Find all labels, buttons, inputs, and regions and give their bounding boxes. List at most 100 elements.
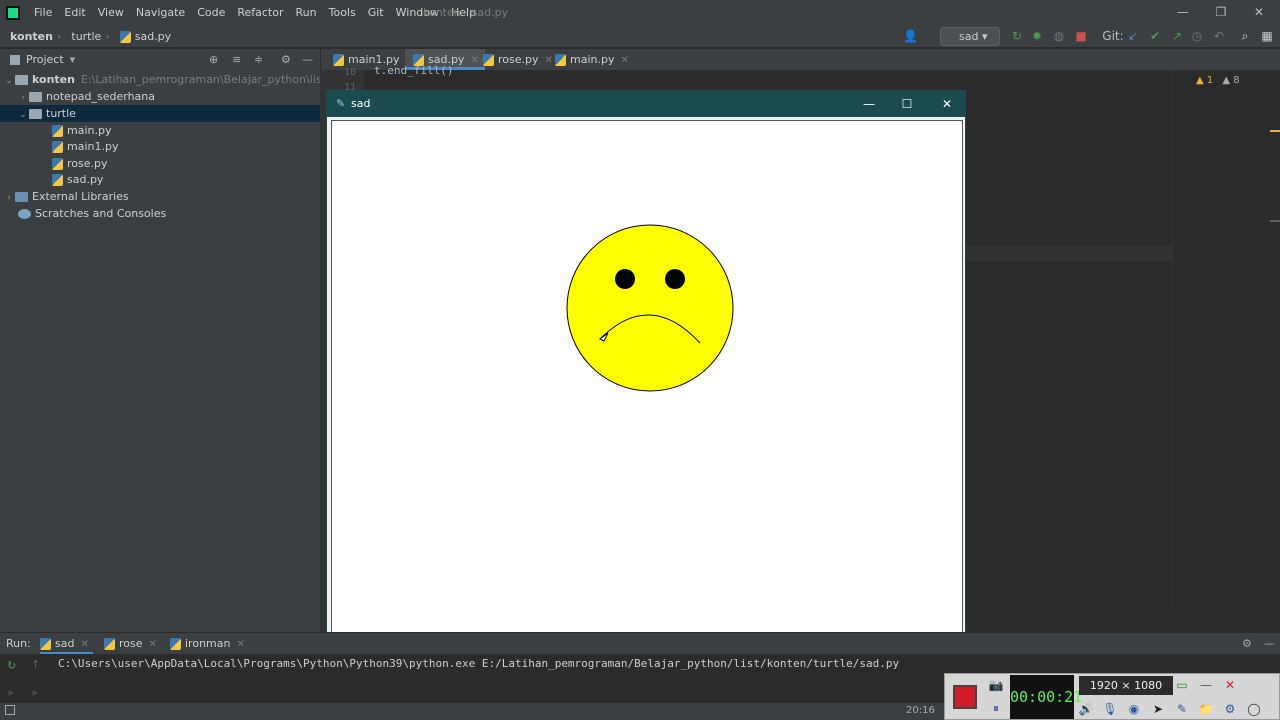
- restore-icon[interactable]: ❐: [1202, 0, 1240, 25]
- hide-panel-icon[interactable]: —: [302, 53, 313, 66]
- gear-icon[interactable]: ⚙: [1242, 633, 1252, 655]
- chevron-down-icon[interactable]: ▾: [70, 53, 76, 66]
- collapse-all-icon[interactable]: ≑: [254, 53, 263, 66]
- tree-item-turtle[interactable]: ⌄ turtle: [0, 105, 320, 122]
- tree-item-root[interactable]: ⌄ konten E:\Latihan_pemrograman\Belajar_py…: [0, 71, 367, 88]
- close-icon[interactable]: ✕: [80, 639, 88, 650]
- tree-item-rose-py[interactable]: rose.py: [0, 155, 320, 172]
- run-configuration-select[interactable]: sad ▾: [940, 27, 1000, 46]
- code-line[interactable]: t.end_fill(): [374, 64, 453, 77]
- warning-marker[interactable]: [1270, 130, 1280, 132]
- breadcrumb-file[interactable]: sad.py: [110, 30, 175, 43]
- inspection-widget[interactable]: ▲ 1 ▲ 8: [1196, 75, 1240, 86]
- menu-tools[interactable]: Tools: [323, 0, 362, 25]
- git-update-icon[interactable]: ↙: [1126, 29, 1140, 43]
- more-icon[interactable]: »: [31, 686, 38, 699]
- turtle-title-bar[interactable]: ✎ sad — ☐ ✕: [327, 91, 965, 117]
- menu-view[interactable]: View: [92, 0, 130, 25]
- run-tab-rose[interactable]: rose ✕: [104, 633, 157, 655]
- screen-recorder-toolbar: 📷 ⏸ 00:00:21 1920 × 1080 ▭ — ✕ 🔊 🎙 ◉ ➤ ✎…: [944, 673, 1280, 720]
- window-mode-icon[interactable]: ▭: [1173, 676, 1191, 694]
- tree-item-main1-py[interactable]: main1.py: [0, 138, 320, 155]
- close-icon[interactable]: ✕: [1221, 676, 1239, 694]
- editor-scroll-area[interactable]: [1172, 70, 1280, 610]
- camera-icon[interactable]: 📷: [987, 676, 1005, 694]
- folder-icon[interactable]: 📁: [1197, 700, 1215, 718]
- title-bar: File Edit View Navigate Code Refactor Ru…: [0, 0, 1280, 25]
- menu-git[interactable]: Git: [362, 0, 390, 25]
- python-file-icon: [52, 158, 63, 170]
- user-icon[interactable]: 👤: [903, 29, 918, 43]
- library-icon: [15, 192, 28, 202]
- speaker-icon[interactable]: 🔊: [1077, 700, 1095, 718]
- caret-position[interactable]: 20:16: [906, 705, 935, 716]
- menu-navigate[interactable]: Navigate: [130, 0, 191, 25]
- draw-icon[interactable]: ✎: [1173, 700, 1191, 718]
- project-header: Project ▾ ⊕ ≡ ≑ ⚙ —: [0, 49, 320, 70]
- python-file-icon: [104, 638, 115, 650]
- tool-windows-icon[interactable]: [5, 705, 15, 715]
- left-eye: [615, 269, 635, 289]
- tree-item-label: External Libraries: [32, 190, 129, 203]
- close-icon[interactable]: ✕: [149, 639, 157, 650]
- git-commit-icon[interactable]: ✔: [1148, 29, 1162, 43]
- python-file-icon: [52, 125, 63, 137]
- more-icon[interactable]: »: [7, 686, 14, 699]
- tree-item-external-libraries[interactable]: › External Libraries: [0, 188, 320, 205]
- record-button[interactable]: [953, 685, 977, 709]
- close-icon[interactable]: ✕: [927, 91, 967, 117]
- tab-label: main.py: [570, 53, 615, 66]
- minimize-icon[interactable]: —: [1197, 676, 1215, 694]
- tree-item-main-py[interactable]: main.py: [0, 122, 320, 139]
- scratches-icon: [18, 209, 31, 219]
- microphone-icon[interactable]: 🎙: [1101, 700, 1119, 718]
- tree-item-label: notepad_sederhana: [46, 90, 155, 103]
- cursor-icon[interactable]: ➤: [1149, 700, 1167, 718]
- rerun-icon[interactable]: ↻: [1010, 29, 1024, 43]
- gear-icon[interactable]: ⚙: [281, 53, 291, 66]
- rerun-icon[interactable]: ↻: [7, 659, 16, 672]
- project-title[interactable]: Project: [26, 53, 64, 66]
- hide-panel-icon[interactable]: —: [1264, 633, 1275, 655]
- run-tab-sad[interactable]: sad ✕: [40, 633, 93, 655]
- gear-icon[interactable]: ⚙: [1221, 700, 1239, 718]
- scroll-up-icon[interactable]: ↑: [31, 658, 40, 671]
- minimize-icon[interactable]: —: [849, 91, 889, 117]
- python-file-icon: [483, 54, 494, 66]
- menu-file[interactable]: File: [28, 0, 58, 25]
- tree-item-sad-py[interactable]: sad.py: [0, 171, 320, 188]
- face-circle: [566, 224, 734, 392]
- tab-main-py[interactable]: main.py ✕: [547, 49, 635, 70]
- git-history-icon[interactable]: ◷: [1190, 29, 1204, 43]
- webcam-icon[interactable]: ◉: [1125, 700, 1143, 718]
- pause-icon[interactable]: ⏸: [987, 699, 1005, 717]
- notification-icon[interactable]: ◯: [1245, 700, 1263, 718]
- python-file-icon: [52, 174, 63, 186]
- turtle-canvas[interactable]: [331, 120, 963, 655]
- minimize-icon[interactable]: —: [1164, 0, 1202, 25]
- debug-icon[interactable]: ✹: [1030, 29, 1044, 43]
- breadcrumb-root[interactable]: konten: [0, 30, 57, 43]
- rollback-icon[interactable]: ↶: [1212, 29, 1226, 43]
- run-tab-ironman[interactable]: ironman ✕: [170, 633, 245, 655]
- maximize-icon[interactable]: ☐: [887, 91, 927, 117]
- close-icon[interactable]: ✕: [1240, 0, 1278, 25]
- menu-code[interactable]: Code: [191, 0, 231, 25]
- search-icon[interactable]: ⌕: [1238, 29, 1252, 43]
- close-icon[interactable]: ✕: [236, 639, 244, 650]
- menu-refactor[interactable]: Refactor: [231, 0, 289, 25]
- breadcrumb-folder[interactable]: turtle: [61, 30, 105, 43]
- menu-run[interactable]: Run: [290, 0, 323, 25]
- git-push-icon[interactable]: ↗: [1170, 29, 1184, 43]
- menu-edit[interactable]: Edit: [58, 0, 91, 25]
- locate-icon[interactable]: ⊕: [209, 53, 218, 66]
- coverage-icon[interactable]: ◍: [1052, 29, 1066, 43]
- tree-item-label: main.py: [67, 124, 112, 137]
- stop-icon[interactable]: ■: [1074, 29, 1088, 43]
- close-icon[interactable]: ✕: [620, 55, 628, 66]
- run-panel-header: Run: sad ✕ rose ✕ ironman ✕ ⚙ —: [0, 632, 1280, 655]
- settings-icon[interactable]: ▦: [1260, 29, 1274, 43]
- expand-all-icon[interactable]: ≡: [232, 53, 241, 66]
- tree-item-notepad[interactable]: › notepad_sederhana: [0, 88, 320, 105]
- tree-item-scratches[interactable]: Scratches and Consoles: [0, 205, 320, 222]
